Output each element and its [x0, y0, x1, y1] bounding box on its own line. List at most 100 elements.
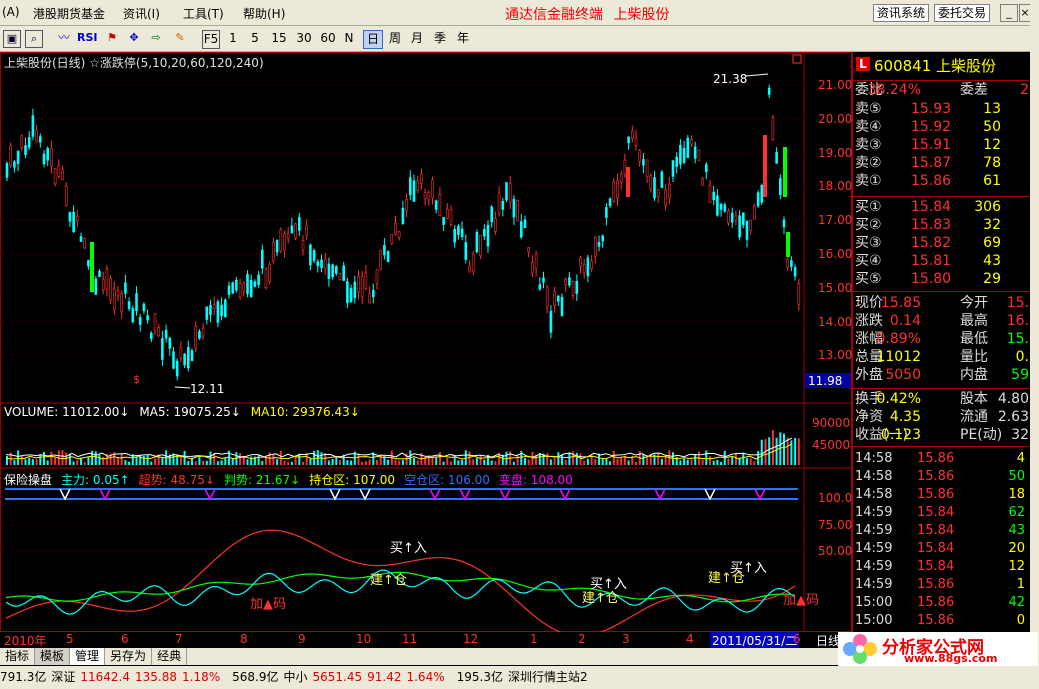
- period-month[interactable]: 月: [409, 30, 425, 47]
- menu-item-help[interactable]: 帮助(H): [243, 5, 285, 22]
- stat-row-value2: 15.: [1006, 295, 1029, 311]
- candle-body: [712, 191, 716, 200]
- candle-body: [408, 177, 412, 196]
- candle-body: [534, 253, 538, 269]
- volume-bar: [87, 457, 90, 465]
- candle-body: [405, 199, 408, 212]
- menu-item-info[interactable]: 资讯(I): [123, 5, 160, 22]
- pencil-icon[interactable]: ✎: [172, 30, 188, 46]
- period-15min[interactable]: 15: [270, 30, 288, 47]
- date-tick: 8: [240, 632, 248, 646]
- flag-icon[interactable]: ⚑: [104, 30, 120, 46]
- candle-body: [767, 87, 771, 95]
- candle-body: [760, 184, 764, 203]
- tick-row: 15:00 15.86 42: [853, 594, 1031, 612]
- period-30min[interactable]: 30: [295, 30, 313, 47]
- candle-body: [246, 273, 249, 295]
- move-icon[interactable]: ✥: [126, 30, 142, 46]
- signal-label: 买↑入: [590, 577, 627, 592]
- bid-price: 15.83: [911, 217, 952, 233]
- kline-chart[interactable]: 21.38 12.11 $ 21.00 20.00 19.00 18.00 17…: [0, 52, 852, 632]
- tab-indicator[interactable]: 指标: [0, 648, 36, 665]
- tick-price: 15.84: [917, 541, 955, 556]
- candle-body: [438, 194, 442, 216]
- line-icon[interactable]: 〰: [56, 30, 72, 46]
- tick-row: 14:59 15.84 12: [853, 558, 1031, 576]
- rsi-icon[interactable]: RSI: [77, 30, 98, 46]
- info-system-button[interactable]: 资讯系统: [873, 4, 930, 22]
- volume-bar: [605, 458, 608, 465]
- date-tick: 1: [530, 632, 538, 646]
- candle-body: [68, 212, 72, 222]
- volume-bar: [135, 457, 138, 465]
- candle-body: [642, 159, 645, 166]
- ask-label: 卖②: [855, 155, 882, 171]
- tab-classic[interactable]: 经典: [152, 648, 188, 665]
- candle-body: [201, 327, 205, 337]
- indicator-header-item: 超势: 48.75↓: [138, 473, 215, 487]
- candle-body: [601, 235, 605, 242]
- candle-body: [723, 204, 727, 212]
- volume-bar: [313, 450, 316, 465]
- period-n[interactable]: N: [343, 30, 355, 47]
- period-60min[interactable]: 60: [319, 30, 337, 47]
- indicator-band: [5, 488, 798, 501]
- kline-chart-area[interactable]: 21.38 12.11 $ 21.00 20.00 19.00 18.00 17…: [0, 52, 852, 632]
- period-week[interactable]: 周: [387, 30, 403, 47]
- volume-bar: [198, 455, 201, 465]
- menu-item-a[interactable]: (A): [2, 5, 20, 19]
- date-tick: 12: [463, 632, 479, 646]
- candle-body: [13, 161, 16, 168]
- ask-row: 卖③ 15.91 12: [853, 136, 1031, 154]
- volume-bar: [797, 438, 800, 465]
- menu-item-hk-futures[interactable]: 港股期货基金: [33, 5, 105, 22]
- menu-item-tools[interactable]: 工具(T): [183, 5, 224, 22]
- volume-bar: [224, 458, 227, 465]
- volume-bar: [716, 459, 719, 465]
- stat2-row-label2: PE(动): [960, 427, 1003, 443]
- period-day[interactable]: 日: [363, 30, 383, 49]
- stat2-row-value: 4.35: [889, 409, 921, 425]
- l-badge-icon: L: [856, 57, 870, 71]
- volume-bar: [616, 459, 619, 465]
- volume-bar: [720, 461, 723, 465]
- period-5min[interactable]: 5: [248, 30, 262, 47]
- candle-body: [738, 215, 741, 238]
- volume-bar: [524, 457, 526, 465]
- export-icon[interactable]: ⇨: [148, 30, 164, 46]
- candle-body: [309, 244, 312, 266]
- candle-body: [72, 211, 75, 232]
- trade-entrust-button[interactable]: 委托交易: [934, 4, 991, 22]
- stat-row-value2: 16.: [1006, 313, 1029, 329]
- volume-bar: [705, 450, 708, 465]
- volume-bar: [187, 460, 190, 465]
- indicator-tick: 50.00: [818, 544, 852, 558]
- period-quarter[interactable]: 季: [432, 30, 448, 47]
- candle-body: [116, 290, 120, 297]
- volume-bar: [516, 455, 519, 465]
- candle-body: [519, 221, 523, 238]
- bid-label: 买①: [855, 199, 882, 215]
- bid-price: 15.82: [911, 235, 952, 251]
- minimize-icon[interactable]: _: [1000, 4, 1018, 22]
- tab-save-as[interactable]: 另存为: [105, 648, 153, 665]
- candle-body: [445, 208, 449, 219]
- stock-title: 上柴股份: [613, 7, 670, 23]
- day-line-label: 日线: [816, 634, 841, 648]
- candle-body: [431, 179, 434, 199]
- stat2-row-value: 0.42%: [876, 391, 921, 407]
- weicha-value: 2: [1020, 82, 1029, 98]
- f5-button[interactable]: F5: [202, 30, 220, 49]
- tab-manage[interactable]: 管理: [70, 648, 106, 665]
- zoom-icon[interactable]: ⌕: [25, 30, 43, 48]
- candle-body: [660, 171, 664, 188]
- period-year[interactable]: 年: [455, 30, 471, 47]
- period-1min[interactable]: 1: [226, 30, 240, 47]
- window-title: 通达信金融终端 上柴股份: [505, 4, 669, 24]
- stat-row-label2: 最高: [960, 313, 988, 329]
- candlesticks: [5, 84, 801, 381]
- scrollbar[interactable]: [1030, 0, 1039, 689]
- tab-template[interactable]: 模板: [35, 648, 71, 665]
- chart-icon[interactable]: ▣: [3, 30, 21, 48]
- date-tick: 9: [298, 632, 306, 646]
